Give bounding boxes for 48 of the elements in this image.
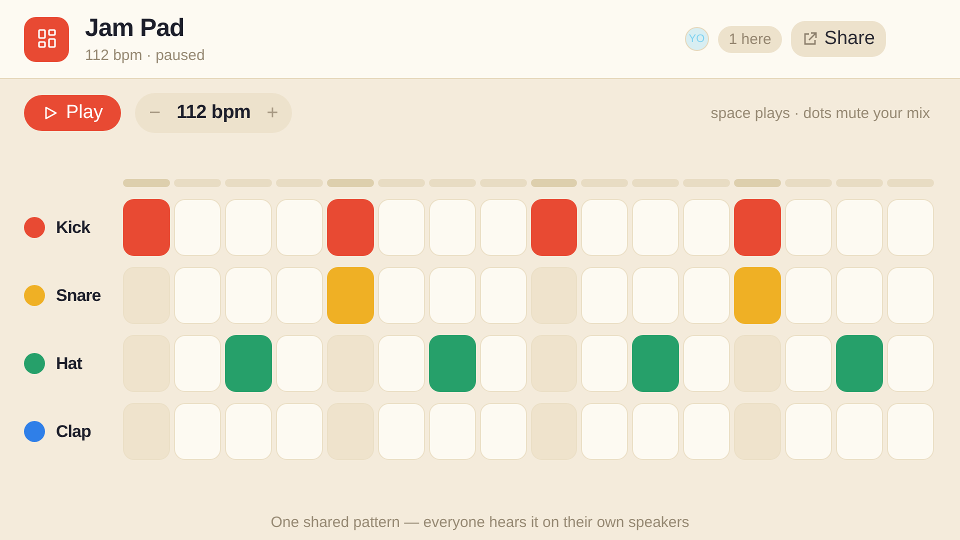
- track-name: Hat: [56, 354, 82, 374]
- keyboard-hint: space plays · dots mute your mix: [710, 104, 930, 122]
- step-marker: [581, 179, 628, 187]
- presence-count: 1 here: [718, 26, 782, 52]
- step-marker: [174, 179, 221, 187]
- step-marker: [734, 179, 782, 187]
- step-marker: [378, 179, 425, 187]
- step-marker: [632, 179, 680, 187]
- tempo-value: 112 bpm: [176, 102, 251, 124]
- step-marker: [428, 179, 476, 187]
- play-button[interactable]: Play: [24, 95, 121, 131]
- step-marker: [276, 179, 323, 187]
- app-logo-icon: [24, 16, 69, 62]
- step-marker: [123, 179, 170, 187]
- step-pad[interactable]: [123, 199, 170, 256]
- track-dot[interactable]: [24, 353, 45, 374]
- step-pad[interactable]: [632, 335, 680, 392]
- play-icon: [44, 106, 58, 120]
- step-marker: [683, 179, 730, 187]
- step-marker: [480, 179, 526, 187]
- step-marker: [326, 179, 374, 187]
- step-pad[interactable]: [734, 267, 782, 324]
- track-dot[interactable]: [24, 285, 45, 306]
- step-pad[interactable]: [326, 199, 374, 256]
- share-button[interactable]: Share: [791, 21, 886, 57]
- step-marker: [530, 179, 578, 187]
- step-marker: [887, 179, 934, 187]
- step-pad[interactable]: [224, 335, 272, 392]
- track-name: Kick: [56, 218, 90, 238]
- track-name: Snare: [56, 286, 101, 306]
- step-pad[interactable]: [734, 199, 782, 256]
- track-dot[interactable]: [24, 421, 45, 442]
- app-status: 112 bpm · paused: [85, 47, 205, 64]
- step-pad[interactable]: [428, 335, 476, 392]
- step-pad[interactable]: [530, 199, 578, 256]
- step-marker: [785, 179, 832, 187]
- external-link-icon: [802, 31, 818, 47]
- step-pad[interactable]: [836, 335, 884, 392]
- track-dot[interactable]: [24, 217, 45, 238]
- decrease-button[interactable]: −: [146, 102, 163, 124]
- footer-note: One shared pattern — everyone hears it on their own speakers: [270, 514, 690, 531]
- increase-button[interactable]: +: [264, 102, 280, 124]
- track-name: Clap: [56, 422, 91, 442]
- user-avatar: YO: [684, 27, 709, 51]
- step-marker: [224, 179, 272, 187]
- step-pad[interactable]: [326, 267, 374, 324]
- step-marker: [836, 179, 884, 187]
- app-title: Jam Pad: [85, 14, 186, 43]
